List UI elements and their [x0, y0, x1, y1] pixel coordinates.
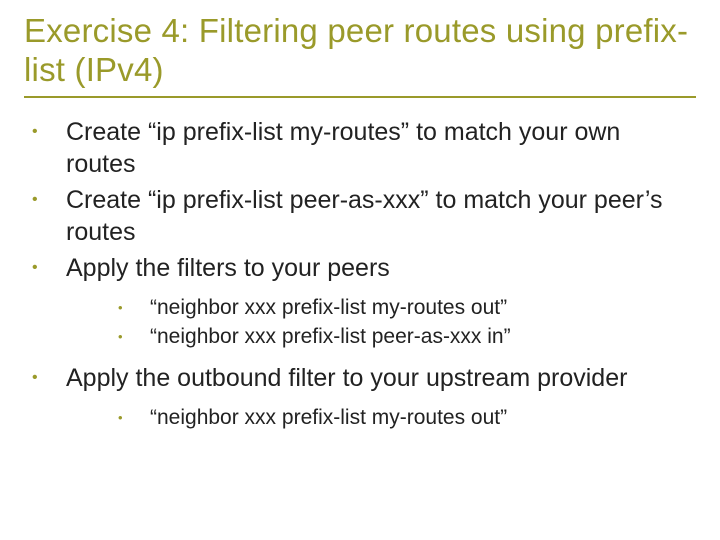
list-item: Create “ip prefix-list my-routes” to mat… [24, 116, 696, 180]
bullet-list: Create “ip prefix-list my-routes” to mat… [24, 116, 696, 432]
sub-list: “neighbor xxx prefix-list my-routes out”… [66, 294, 696, 351]
list-item-text: Create “ip prefix-list peer-as-xxx” to m… [66, 186, 663, 246]
sub-list: “neighbor xxx prefix-list my-routes out” [66, 404, 696, 431]
list-item-text: Apply the outbound filter to your upstre… [66, 364, 627, 392]
list-item: Apply the filters to your peers “neighbo… [24, 252, 696, 351]
list-item: Create “ip prefix-list peer-as-xxx” to m… [24, 184, 696, 248]
sub-list-item-text: “neighbor xxx prefix-list my-routes out” [150, 406, 507, 429]
sub-list-item-text: “neighbor xxx prefix-list peer-as-xxx in… [150, 325, 511, 348]
list-item-text: Create “ip prefix-list my-routes” to mat… [66, 118, 620, 178]
sub-list-item: “neighbor xxx prefix-list my-routes out” [66, 404, 696, 431]
list-item: Apply the outbound filter to your upstre… [24, 362, 696, 431]
list-item-text: Apply the filters to your peers [66, 254, 390, 282]
slide: Exercise 4: Filtering peer routes using … [0, 0, 720, 464]
sub-list-item: “neighbor xxx prefix-list my-routes out” [66, 294, 696, 321]
title-underline [24, 96, 696, 98]
sub-list-item-text: “neighbor xxx prefix-list my-routes out” [150, 296, 507, 319]
sub-list-item: “neighbor xxx prefix-list peer-as-xxx in… [66, 323, 696, 350]
slide-title: Exercise 4: Filtering peer routes using … [24, 12, 696, 90]
